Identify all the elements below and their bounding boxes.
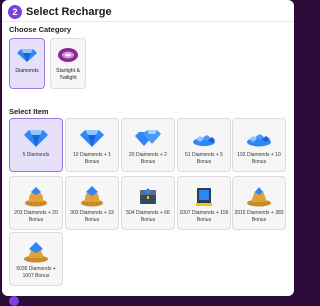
category-starlight-twilight[interactable]: Starlight & Twilight [50, 38, 86, 89]
item-label: 10 Diamonds + 1 Bonus [73, 152, 111, 165]
item-label: 5 Diamonds [22, 152, 50, 158]
item-card-5-diamonds[interactable]: 5 Diamonds [9, 118, 63, 172]
diamond-treasure-icon [24, 242, 48, 263]
diamond-bag-icon [81, 186, 103, 207]
item-card-504-diamonds[interactable]: 504 Diamonds + 66 Bonus [121, 176, 175, 230]
category-label: Starlight & Twilight [56, 68, 80, 81]
diamond-treasure-icon [247, 187, 271, 207]
item-label: 303 Diamonds + 33 Bonus [70, 210, 114, 223]
item-label: 504 Diamonds + 66 Bonus [126, 210, 170, 223]
recharge-panel: 2 Select Recharge Choose Category Diamon… [2, 0, 294, 296]
item-card-2015-diamonds[interactable]: 2015 Diamonds + 383 Bonus [232, 176, 286, 230]
item-card-51-diamonds[interactable]: 51 Diamonds + 5 Bonus [177, 118, 231, 172]
header-divider [2, 21, 294, 22]
category-diamonds[interactable]: Diamonds [9, 38, 45, 89]
diamond-chest-icon [140, 188, 156, 204]
step-number-badge: 2 [8, 5, 22, 19]
item-card-102-diamonds[interactable]: 102 Diamonds + 10 Bonus [232, 118, 286, 172]
diamond-icon [24, 130, 48, 147]
category-label: Diamonds [15, 68, 39, 74]
section-title: Select Recharge [26, 6, 112, 18]
item-label: 102 Diamonds + 10 Bonus [237, 152, 281, 165]
item-card-1007-diamonds[interactable]: 1007 Diamonds + 156 Bonus [177, 176, 231, 230]
diamond-bag-icon [25, 187, 47, 207]
item-label: 203 Diamonds + 20 Bonus [14, 210, 58, 223]
select-item-label: Select Item [9, 107, 49, 116]
item-label: 2015 Diamonds + 383 Bonus [234, 210, 284, 223]
item-label: 20 Diamonds + 2 Bonus [129, 152, 167, 165]
item-card-20-diamonds[interactable]: 20 Diamonds + 2 Bonus [121, 118, 175, 172]
item-card-203-diamonds[interactable]: 203 Diamonds + 20 Bonus [9, 176, 63, 230]
diamond-icon [80, 130, 104, 147]
section-header: 2 Select Recharge [8, 4, 112, 20]
next-step-badge [9, 296, 19, 306]
item-label: 1007 Diamonds + 156 Bonus [179, 210, 229, 223]
diamond-crate-icon [196, 188, 212, 206]
diamonds-pair-icon [135, 130, 161, 146]
starlight-icon [58, 48, 78, 62]
item-label: 51 Diamonds + 5 Bonus [185, 152, 223, 165]
diamond-pile-icon [247, 134, 271, 147]
item-card-5035-diamonds[interactable]: 5035 Diamonds + 1007 Bonus [9, 232, 63, 286]
item-label: 5035 Diamonds + 1007 Bonus [16, 266, 56, 279]
diamond-icon [17, 49, 37, 62]
diamond-pile-icon [193, 135, 215, 146]
choose-category-label: Choose Category [9, 25, 72, 34]
item-card-303-diamonds[interactable]: 303 Diamonds + 33 Bonus [65, 176, 119, 230]
item-card-10-diamonds[interactable]: 10 Diamonds + 1 Bonus [65, 118, 119, 172]
